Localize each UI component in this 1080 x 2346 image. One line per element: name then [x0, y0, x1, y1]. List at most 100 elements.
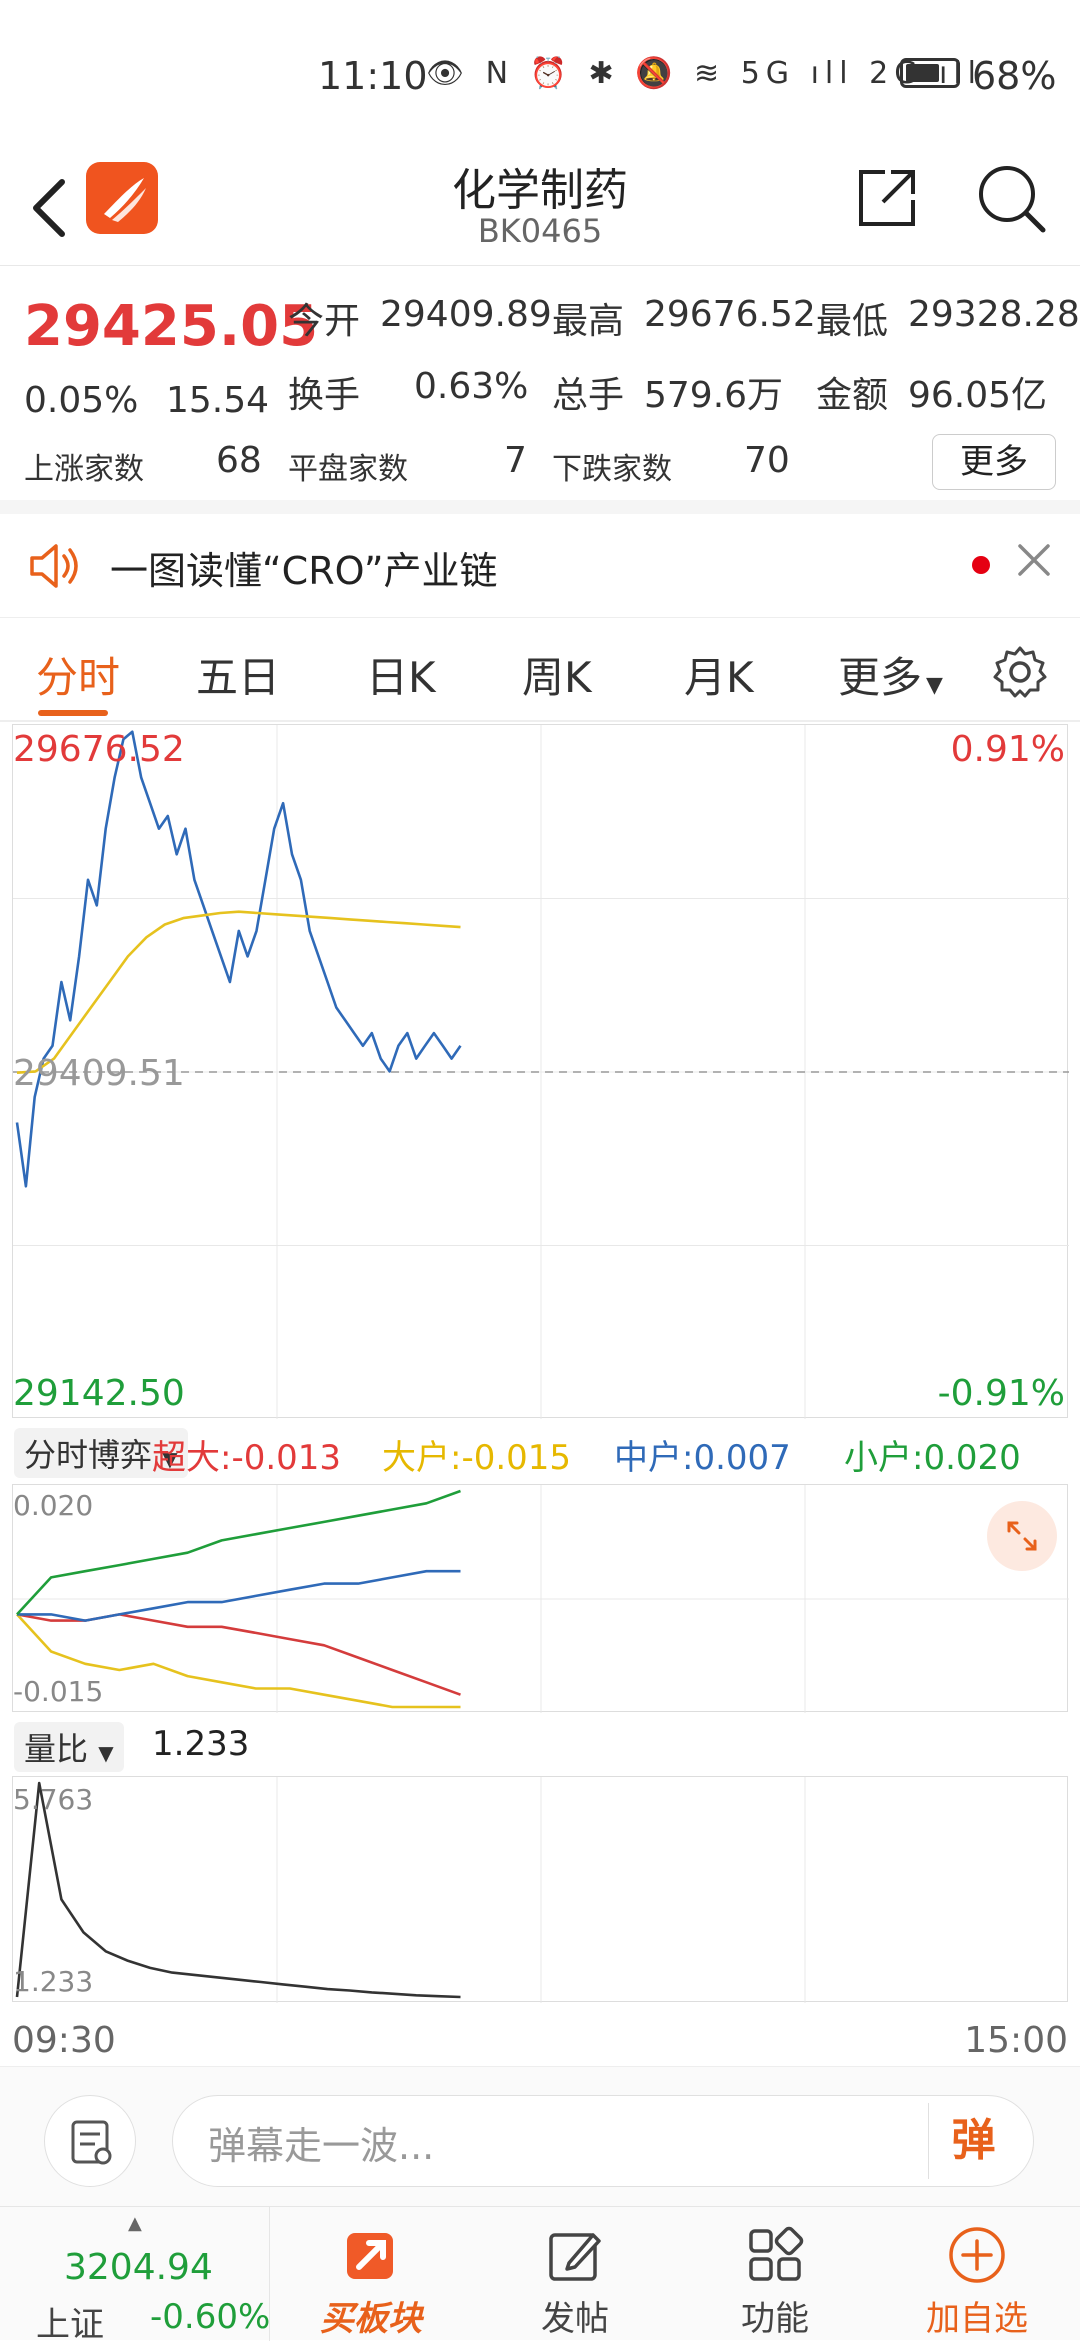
up-count-label: 上涨家数 — [24, 452, 144, 487]
more-button[interactable]: 更多 — [932, 434, 1056, 490]
share-icon[interactable] — [855, 166, 919, 230]
price-line — [15, 730, 462, 1188]
down-count: 70 — [744, 440, 790, 481]
period-tabs: 分时 五日 日K 周K 月K 更多 ▼ — [0, 618, 1080, 722]
status-icons: 👁 N ⏰ ✱ 🔕 ≋ 5G ıll 2G ıll — [426, 56, 983, 91]
y-axis-min-label: 29142.50 — [13, 1373, 185, 1414]
low-value: 29328.28 — [908, 294, 1080, 335]
volume-label: 总手 — [552, 375, 625, 416]
time-end-label: 15:00 — [964, 2020, 1068, 2061]
index-change: -0.60% — [150, 2297, 271, 2337]
low-label: 最低 — [816, 301, 889, 342]
tab-intraday[interactable]: 分时 — [36, 644, 120, 705]
money-flow-chart-svg — [13, 1485, 1069, 1713]
flat-count-label: 平盘家数 — [288, 452, 408, 487]
functions-button[interactable]: 功能 — [690, 2207, 860, 2341]
ratio-selector-label: 量比 — [24, 1730, 89, 1768]
zhonghu-line — [17, 1569, 461, 1622]
volume-ratio-chart-svg — [15, 1777, 806, 2003]
tab-monthly-k[interactable]: 月K — [684, 644, 754, 705]
post-label: 发帖 — [541, 2299, 609, 2339]
open-value: 29409.89 — [380, 294, 552, 335]
ratio-value: 1.233 — [152, 1724, 250, 1764]
turnover-label: 换手 — [288, 375, 361, 416]
open-label: 今开 — [288, 301, 361, 342]
buy-sector-button[interactable]: 买板块 — [286, 2207, 456, 2341]
battery-percent: 68% — [972, 54, 1057, 98]
tab-weekly-k[interactable]: 周K — [522, 644, 592, 705]
y-axis-max-label: 29676.52 — [13, 729, 185, 770]
money-flow-chart[interactable]: 0.020 -0.015 — [12, 1484, 1069, 1713]
comment-bar: 弹幕走一波... 弹 — [0, 2066, 1080, 2206]
grid-icon — [749, 2226, 804, 2281]
legend-chaoda: 超大:-0.013 — [152, 1438, 342, 1478]
amount-value: 96.05亿 — [908, 375, 1048, 416]
tab-more[interactable]: 更多 ▼ — [838, 644, 943, 705]
y-axis-mid-label: 29409.51 — [13, 1053, 185, 1094]
high-value: 29676.52 — [644, 294, 816, 335]
unread-dot — [972, 556, 990, 574]
add-watchlist-label: 加自选 — [926, 2299, 1028, 2339]
ratio-max-label: 5.763 — [13, 1783, 94, 1816]
tab-more-label: 更多 — [838, 653, 923, 702]
danmu-toggle-button[interactable]: 弹 — [928, 2103, 1018, 2179]
legend-dahu: 大户:-0.015 — [382, 1438, 572, 1478]
buy-sector-icon — [347, 2233, 393, 2279]
legend-zhonghu: 中户:0.007 — [614, 1438, 791, 1478]
comment-placeholder: 弹幕走一波... — [208, 2124, 435, 2168]
close-icon[interactable] — [1016, 542, 1052, 578]
post-button[interactable]: 发帖 — [490, 2207, 660, 2341]
status-bar: 11:10 👁 N ⏰ ✱ 🔕 ≋ 5G ıll 2G ıll 68% — [0, 0, 1080, 150]
tab-five-day[interactable]: 五日 — [196, 644, 280, 705]
quote-panel: 29425.05 0.05% 15.54 今开 29409.89 最高 2967… — [0, 266, 1080, 514]
status-time: 11:10 — [318, 54, 428, 98]
active-tab-indicator — [38, 710, 108, 716]
chevron-down-icon: ▼ — [926, 673, 943, 698]
money-flow-max-label: 0.020 — [13, 1489, 94, 1522]
header: 化学制药 BK0465 — [0, 150, 1080, 266]
intraday-chart[interactable]: 29676.52 29409.51 29142.50 0.91% -0.91% — [12, 724, 1069, 1419]
legend-xiaohu: 小户:0.020 — [844, 1438, 1021, 1478]
high-label: 最高 — [552, 301, 625, 342]
comment-settings-icon[interactable] — [44, 2095, 136, 2187]
time-start-label: 09:30 — [12, 2020, 116, 2061]
up-count: 68 — [216, 440, 262, 481]
y-axis-max-pct: 0.91% — [950, 729, 1065, 770]
ratio-selector[interactable]: 量比 ▼ — [14, 1722, 124, 1772]
notice-text: 一图读懂“CRO”产业链 — [110, 549, 498, 593]
add-watchlist-button[interactable]: 加自选 — [892, 2207, 1062, 2341]
change-value: 15.54 — [166, 380, 270, 421]
bottom-nav: ▲ 3204.94 上证 -0.60% 买板块 发帖 功能 加自选 — [0, 2206, 1080, 2345]
money-flow-min-label: -0.015 — [13, 1675, 104, 1708]
search-icon[interactable] — [975, 162, 1047, 234]
functions-label: 功能 — [741, 2299, 809, 2339]
index-value: 3204.94 — [64, 2247, 213, 2288]
volume-ratio-legend: 量比 ▼ 1.233 — [12, 1718, 1080, 1772]
volume-value: 579.6万 — [644, 375, 784, 416]
flat-count: 7 — [504, 440, 527, 481]
amount-label: 金额 — [816, 375, 889, 416]
index-name: 上证 — [36, 2305, 104, 2345]
turnover-value: 0.63% — [414, 366, 529, 407]
indicator-selector-label: 分时博弈 — [24, 1436, 153, 1474]
edit-icon — [549, 2233, 601, 2281]
money-flow-legend: 分时博弈 ▼ 超大:-0.013 大户:-0.015 中户:0.007 小户:0… — [12, 1424, 1080, 1478]
battery-icon — [900, 58, 960, 88]
speaker-icon — [30, 544, 78, 588]
change-percent: 0.05% — [24, 380, 139, 421]
index-ticker[interactable]: ▲ 3204.94 上证 -0.60% — [0, 2207, 271, 2345]
expand-icon[interactable] — [987, 1501, 1057, 1571]
gear-icon[interactable] — [992, 644, 1048, 700]
ratio-min-label: 1.233 — [13, 1965, 94, 1998]
plus-circle-icon — [949, 2227, 1005, 2283]
down-count-label: 下跌家数 — [552, 452, 672, 487]
notice-bar[interactable]: 一图读懂“CRO”产业链 — [0, 514, 1080, 618]
chevron-down-icon: ▼ — [98, 1741, 114, 1765]
volume-ratio-chart[interactable]: 5.763 1.233 — [12, 1776, 1068, 2003]
tab-daily-k[interactable]: 日K — [366, 644, 436, 705]
caret-up-icon: ▲ — [128, 2213, 142, 2234]
current-price: 29425.05 — [24, 294, 319, 359]
time-axis: 09:30 15:00 — [0, 2010, 1080, 2066]
y-axis-min-pct: -0.91% — [937, 1373, 1065, 1414]
buy-sector-label: 买板块 — [320, 2299, 422, 2339]
